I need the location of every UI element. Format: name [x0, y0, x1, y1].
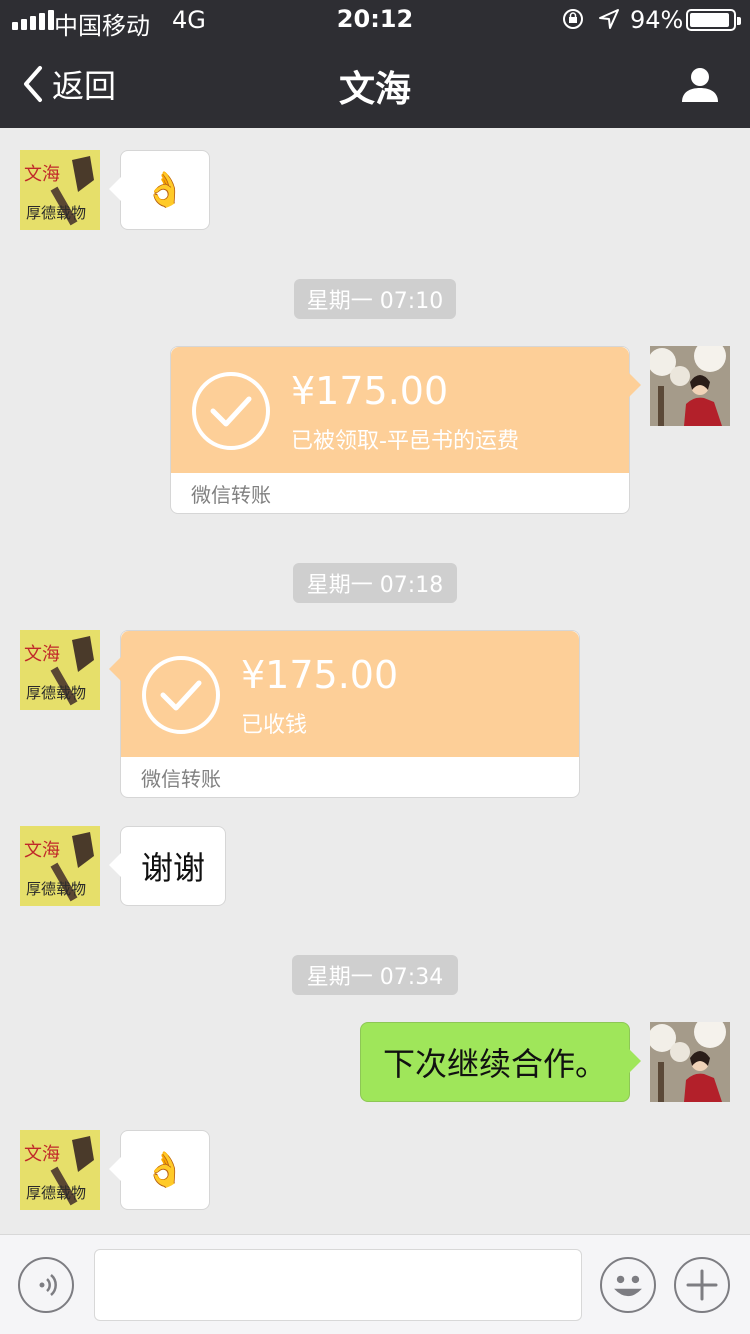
status-bar: 中国移动 4G 20:12 94% [0, 0, 750, 40]
timestamp: 星期一 07:34 [292, 955, 458, 995]
svg-text:厚德载物: 厚德载物 [26, 1184, 86, 1202]
ok-hand-emoji: 👌 [143, 170, 187, 210]
transfer-card[interactable]: ¥175.00 已收钱 微信转账 [109, 630, 580, 798]
battery-icon [686, 9, 741, 31]
contact-avatar[interactable]: 文海 厚德载物 [20, 1130, 100, 1210]
check-circle-icon [192, 372, 270, 450]
transfer-footer: 微信转账 [141, 766, 221, 791]
battery-percent: 94% [630, 6, 684, 34]
voice-icon [39, 1274, 57, 1296]
my-avatar[interactable] [650, 1022, 730, 1102]
svg-text:厚德载物: 厚德载物 [26, 684, 86, 702]
transfer-description: 已被领取-平邑书的运费 [291, 429, 519, 454]
transfer-description: 已收钱 [241, 713, 308, 738]
input-bar [0, 1234, 750, 1334]
shop-logo-image: 文海 厚德载物 [20, 826, 100, 906]
location-icon [599, 9, 619, 29]
plus-icon [686, 1269, 718, 1301]
user-photo [650, 1022, 730, 1102]
shop-logo-image: 文海 厚德载物 [20, 1130, 100, 1210]
svg-text:文海: 文海 [24, 644, 60, 665]
ok-hand-emoji: 👌 [143, 1150, 187, 1190]
shop-logo-image: 文海 厚德载物 [20, 630, 100, 710]
message-bubble[interactable]: 👌 [109, 150, 210, 230]
timestamp: 星期一 07:18 [293, 563, 457, 603]
timestamp: 星期一 07:10 [294, 279, 456, 319]
more-button[interactable] [674, 1257, 730, 1313]
top-bar: 中国移动 4G 20:12 94% 返回 文海 [0, 0, 750, 128]
check-circle-icon [142, 656, 220, 734]
svg-text:文海: 文海 [24, 840, 60, 861]
svg-text:厚德载物: 厚德载物 [26, 204, 86, 222]
profile-icon[interactable] [680, 64, 720, 104]
svg-text:厚德载物: 厚德载物 [26, 880, 86, 898]
voice-button[interactable] [18, 1257, 74, 1313]
message-bubble-self[interactable]: 下次继续合作。 [360, 1022, 641, 1102]
emoji-icon [614, 1275, 642, 1297]
user-photo [650, 346, 730, 426]
transfer-amount: ¥175.00 [241, 653, 399, 697]
svg-text:文海: 文海 [24, 1144, 60, 1165]
message-text: 谢谢 [140, 849, 205, 887]
emoji-button[interactable] [600, 1257, 656, 1313]
contact-avatar[interactable]: 文海 厚德载物 [20, 630, 100, 710]
transfer-footer: 微信转账 [191, 482, 271, 507]
transfer-card[interactable]: ¥175.00 已被领取-平邑书的运费 微信转账 [170, 346, 641, 514]
message-bubble[interactable]: 👌 [109, 1130, 210, 1210]
message-bubble[interactable]: 谢谢 [109, 826, 226, 906]
transfer-card-header: ¥175.00 已被领取-平邑书的运费 [171, 347, 629, 473]
transfer-card-header: ¥175.00 已收钱 [121, 631, 579, 757]
shop-logo-image: 文海 厚德载物 [20, 150, 100, 230]
orientation-lock-icon [563, 9, 583, 29]
my-avatar[interactable] [650, 346, 730, 426]
transfer-amount: ¥175.00 [291, 369, 449, 413]
message-text: 下次继续合作。 [382, 1045, 607, 1083]
contact-avatar[interactable]: 文海 厚德载物 [20, 150, 100, 230]
svg-text:文海: 文海 [24, 164, 60, 185]
contact-avatar[interactable]: 文海 厚德载物 [20, 826, 100, 906]
message-input[interactable] [94, 1249, 582, 1321]
chat-title: 文海 [338, 69, 411, 110]
